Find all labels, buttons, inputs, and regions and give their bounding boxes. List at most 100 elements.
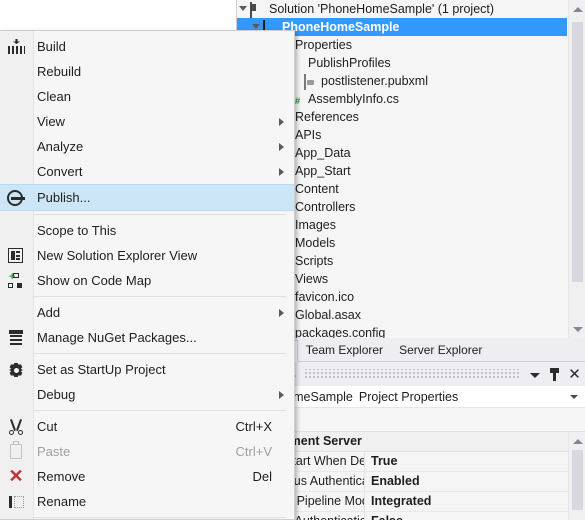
menu-separator — [33, 214, 286, 215]
submenu-arrow-icon — [279, 118, 284, 126]
tab-team-explorer[interactable]: Team Explorer — [298, 339, 391, 361]
publish-icon — [0, 185, 33, 210]
chevron-down-icon[interactable] — [525, 365, 544, 384]
menu-item-rename[interactable]: Rename — [0, 489, 294, 514]
scissors-icon — [0, 414, 33, 439]
menu-item-icon-placeholder — [0, 59, 33, 84]
menu-item-build[interactable]: Build — [0, 34, 294, 59]
submenu-arrow-icon — [279, 391, 284, 399]
menu-item-label: Scope to This — [37, 223, 117, 238]
close-icon[interactable]: ✕ — [565, 365, 584, 384]
tree-item-label: References — [295, 110, 359, 124]
solution-icon — [249, 1, 265, 18]
menu-item-remove[interactable]: ✕ Remove Del — [0, 464, 294, 489]
tree-item[interactable]: Solution 'PhoneHomeSample' (1 project) — [237, 0, 567, 18]
menu-item-label: Add — [37, 305, 61, 320]
menu-separator — [33, 517, 286, 518]
menu-item-analyze[interactable]: Analyze — [0, 134, 294, 159]
menu-item-shortcut: Ctrl+V — [235, 444, 272, 459]
property-value[interactable]: Integrated — [365, 492, 568, 511]
submenu-arrow-icon — [279, 309, 284, 317]
menu-item-label: Cut — [37, 419, 58, 434]
titlebar-drag-dots[interactable] — [303, 369, 521, 379]
tree-item-label: favicon.ico — [295, 290, 355, 304]
menu-item-shortcut: Del — [252, 469, 272, 484]
menu-item-label: Rebuild — [37, 64, 82, 79]
menu-item-icon-placeholder — [0, 134, 33, 159]
property-value[interactable]: False — [365, 512, 568, 520]
menu-item-label: Remove — [37, 469, 86, 484]
menu-item-label: Set as StartUp Project — [37, 362, 166, 377]
menu-item-icon-placeholder — [0, 109, 33, 134]
properties-grid-scrollbar[interactable] — [568, 432, 585, 520]
menu-separator — [33, 296, 286, 297]
menu-item-view[interactable]: View — [0, 109, 294, 134]
tree-item-label: AssemblyInfo.cs — [308, 92, 400, 106]
menu-item-label: Show on Code Map — [37, 273, 152, 288]
rename-icon — [0, 489, 33, 514]
project-context-menu[interactable]: Build Rebuild Clean View Analyze Convert Publi… — [0, 30, 295, 520]
scroll-down-arrow-icon[interactable] — [569, 321, 585, 338]
property-value[interactable]: Enabled — [365, 472, 568, 491]
tree-item-label: App_Data — [295, 146, 351, 160]
menu-item-rebuild[interactable]: Rebuild — [0, 59, 294, 84]
tree-item-label: Controllers — [295, 200, 356, 214]
menu-item-icon-placeholder — [0, 159, 33, 184]
tree-item-label: Global.asax — [295, 308, 362, 322]
menu-item-label: Debug — [37, 387, 76, 402]
property-value[interactable]: True — [365, 452, 568, 471]
menu-item-shortcut: Ctrl+X — [235, 419, 272, 434]
menu-item-convert[interactable]: Convert — [0, 159, 294, 184]
remove-x-icon: ✕ — [8, 466, 24, 486]
menu-item-clean[interactable]: Clean — [0, 84, 294, 109]
chevron-down-icon[interactable] — [570, 394, 578, 399]
menu-item-show-on-code-map[interactable]: + Show on Code Map — [0, 268, 294, 293]
scroll-up-arrow-icon[interactable] — [569, 0, 585, 17]
tab-server-explorer[interactable]: Server Explorer — [391, 339, 490, 361]
menu-separator — [33, 410, 286, 411]
scrollbar-thumb[interactable] — [572, 22, 583, 282]
menu-item-add[interactable]: Add — [0, 300, 294, 325]
code-map-icon: + — [0, 268, 33, 293]
menu-item-scope-to-this[interactable]: Scope to This — [0, 218, 294, 243]
tree-item-label: Content — [295, 182, 339, 196]
menu-item-cut[interactable]: Cut Ctrl+X — [0, 414, 294, 439]
gear-icon — [0, 357, 33, 382]
xml-file-icon — [301, 73, 317, 90]
menu-item-label: Build — [37, 39, 66, 54]
tree-item-label: PublishProfiles — [308, 56, 391, 70]
context-menu-items[interactable]: Build Rebuild Clean View Analyze Convert Publi… — [0, 31, 294, 519]
menu-separator — [33, 353, 286, 354]
menu-item-manage-nuget-packages[interactable]: Manage NuGet Packages... — [0, 325, 294, 350]
clipboard-icon — [0, 439, 33, 464]
nuget-icon — [0, 325, 33, 350]
tree-item-label: Properties — [295, 38, 352, 52]
menu-item-new-solution-explorer-view[interactable]: New Solution Explorer View — [0, 243, 294, 268]
tree-item-label: Images — [295, 218, 336, 232]
menu-item-icon-placeholder — [0, 84, 33, 109]
menu-item-label: Convert — [37, 164, 83, 179]
scroll-up-arrow-icon[interactable] — [569, 432, 585, 449]
submenu-arrow-icon — [279, 168, 284, 176]
menu-item-icon-placeholder — [0, 218, 33, 243]
build-icon — [0, 34, 33, 59]
menu-item-label: Paste — [37, 444, 71, 459]
tree-item-label: APIs — [295, 128, 322, 142]
pin-icon[interactable] — [545, 365, 564, 384]
new-view-icon — [0, 243, 33, 268]
tree-item-label: Views — [295, 272, 329, 286]
solution-tree-scrollbar[interactable] — [568, 0, 585, 338]
menu-item-label: New Solution Explorer View — [37, 248, 198, 263]
menu-item-publish[interactable]: Publish... — [0, 184, 294, 211]
menu-item-label: Analyze — [37, 139, 84, 154]
scrollbar-thumb[interactable] — [572, 450, 583, 510]
submenu-arrow-icon — [279, 143, 284, 151]
tree-item-label: packages.config — [295, 326, 386, 338]
tree-expander-open-icon[interactable] — [237, 0, 249, 18]
menu-item-debug[interactable]: Debug — [0, 382, 294, 407]
menu-item-paste: Paste Ctrl+V — [0, 439, 294, 464]
tree-item-label: postlistener.pubxml — [321, 74, 429, 88]
tree-item-label: Solution 'PhoneHomeSample' (1 project) — [269, 2, 495, 16]
menu-item-icon-placeholder — [0, 300, 33, 325]
menu-item-set-as-startup-project[interactable]: Set as StartUp Project — [0, 357, 294, 382]
